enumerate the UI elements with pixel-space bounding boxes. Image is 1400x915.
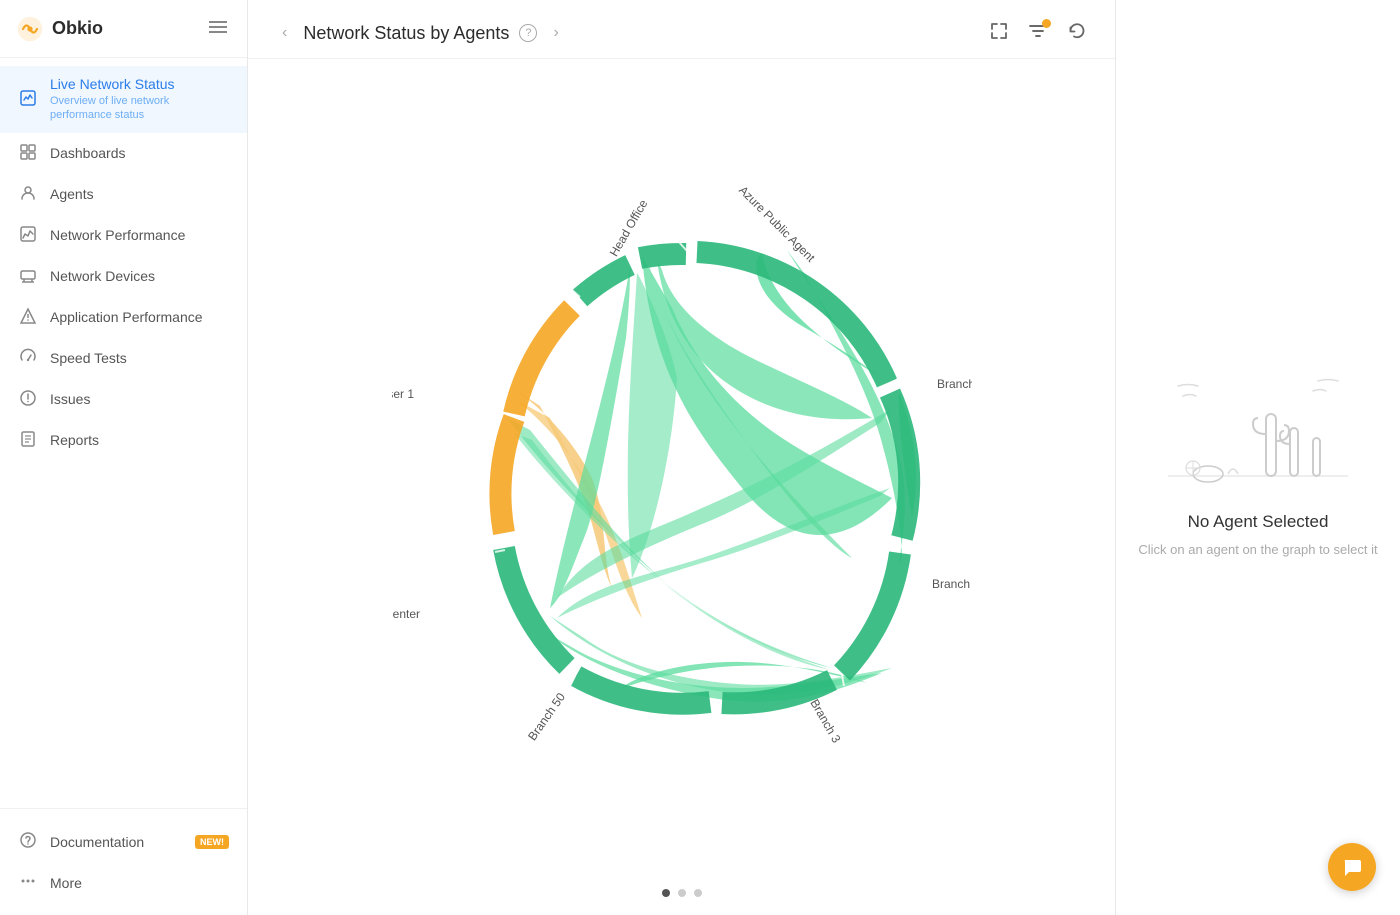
sidebar-bottom: Documentation NEW! More <box>0 808 247 915</box>
sidebar-item-documentation[interactable]: Documentation NEW! <box>0 821 247 862</box>
chart-actions <box>989 21 1087 46</box>
live-network-icon <box>18 89 38 110</box>
dot-3[interactable] <box>694 889 702 897</box>
network-performance-icon <box>18 225 38 246</box>
reports-icon <box>18 430 38 451</box>
content-area: ‹ Network Status by Agents ? › <box>248 0 1400 915</box>
desert-illustration <box>1158 356 1358 496</box>
no-agent-title: No Agent Selected <box>1188 512 1329 532</box>
refresh-button[interactable] <box>1067 21 1087 46</box>
sidebar-item-agents[interactable]: Agents <box>0 174 247 215</box>
expand-button[interactable] <box>989 21 1009 46</box>
sidebar-item-label-app-performance: Application Performance <box>50 309 203 325</box>
sidebar-header: Obkio <box>0 0 247 58</box>
sidebar-item-application-performance[interactable]: Application Performance <box>0 297 247 338</box>
sidebar-item-label-network-devices: Network Devices <box>50 268 155 284</box>
sidebar-item-issues[interactable]: Issues <box>0 379 247 420</box>
app-name: Obkio <box>52 18 103 39</box>
no-agent-subtitle: Click on an agent on the graph to select… <box>1138 540 1377 560</box>
node-label-datacenter: Data Center <box>392 607 420 621</box>
sidebar-item-label-issues: Issues <box>50 391 90 407</box>
sidebar-item-reports[interactable]: Reports <box>0 420 247 461</box>
sidebar-item-label-documentation: Documentation <box>50 834 144 850</box>
chat-button[interactable] <box>1328 843 1376 891</box>
dashboards-icon <box>18 143 38 164</box>
chart-title-area: ‹ Network Status by Agents ? › <box>276 20 565 46</box>
issues-icon <box>18 389 38 410</box>
filter-button[interactable] <box>1027 21 1049 46</box>
sidebar-item-more[interactable]: More <box>0 862 247 903</box>
sidebar-item-speed-tests[interactable]: Speed Tests <box>0 338 247 379</box>
node-label-enduser: End User 1 <box>392 387 414 401</box>
speed-tests-icon <box>18 348 38 369</box>
next-button[interactable]: › <box>547 20 564 46</box>
network-devices-icon <box>18 266 38 287</box>
new-badge: NEW! <box>195 835 229 849</box>
sidebar-item-label-network-performance: Network Performance <box>50 227 185 243</box>
node-label-branch1: Branch 1 <box>937 377 972 391</box>
sidebar-item-label-live-network: Live Network Status <box>50 76 229 92</box>
sidebar-item-label-agents: Agents <box>50 186 94 202</box>
chord-diagram[interactable]: Head Office Azure Public Agent Branch 1 … <box>392 178 972 758</box>
logo-icon <box>16 15 44 43</box>
dot-2[interactable] <box>678 889 686 897</box>
sidebar-item-network-devices[interactable]: Network Devices <box>0 256 247 297</box>
hamburger-button[interactable] <box>205 14 231 43</box>
sidebar-item-subtitle-live-network: Overview of live network performance sta… <box>50 94 229 123</box>
logo-area: Obkio <box>16 15 103 43</box>
chart-header: ‹ Network Status by Agents ? › <box>248 0 1115 59</box>
node-label-branch50: Branch 50 <box>525 690 568 743</box>
live-network-content: Live Network Status Overview of live net… <box>50 76 229 123</box>
nav-section: Live Network Status Overview of live net… <box>0 58 247 808</box>
chart-panel: ‹ Network Status by Agents ? › <box>248 0 1115 915</box>
node-label-branch2: Branch 2 <box>932 577 972 591</box>
sidebar-item-label-more: More <box>50 875 82 891</box>
sidebar-item-label-speed-tests: Speed Tests <box>50 350 127 366</box>
right-panel: No Agent Selected Click on an agent on t… <box>1115 0 1400 915</box>
sidebar-item-label-reports: Reports <box>50 432 99 448</box>
application-performance-icon <box>18 307 38 328</box>
chart-title: Network Status by Agents <box>303 23 509 44</box>
main-content: ‹ Network Status by Agents ? › <box>248 0 1400 915</box>
sidebar: Obkio Live Network Status Overview of li… <box>0 0 248 915</box>
more-icon <box>18 872 38 893</box>
sidebar-item-network-performance[interactable]: Network Performance <box>0 215 247 256</box>
node-label-branch3: Branch 3 <box>807 697 843 746</box>
agents-icon <box>18 184 38 205</box>
sidebar-item-label-dashboards: Dashboards <box>50 145 126 161</box>
documentation-icon <box>18 831 38 852</box>
chord-container[interactable]: Head Office Azure Public Agent Branch 1 … <box>248 59 1115 877</box>
sidebar-item-dashboards[interactable]: Dashboards <box>0 133 247 174</box>
sidebar-item-live-network[interactable]: Live Network Status Overview of live net… <box>0 66 247 133</box>
dot-1[interactable] <box>662 889 670 897</box>
help-icon[interactable]: ? <box>519 24 537 42</box>
prev-button[interactable]: ‹ <box>276 20 293 46</box>
pagination-dots <box>248 877 1115 915</box>
filter-badge <box>1042 19 1051 28</box>
